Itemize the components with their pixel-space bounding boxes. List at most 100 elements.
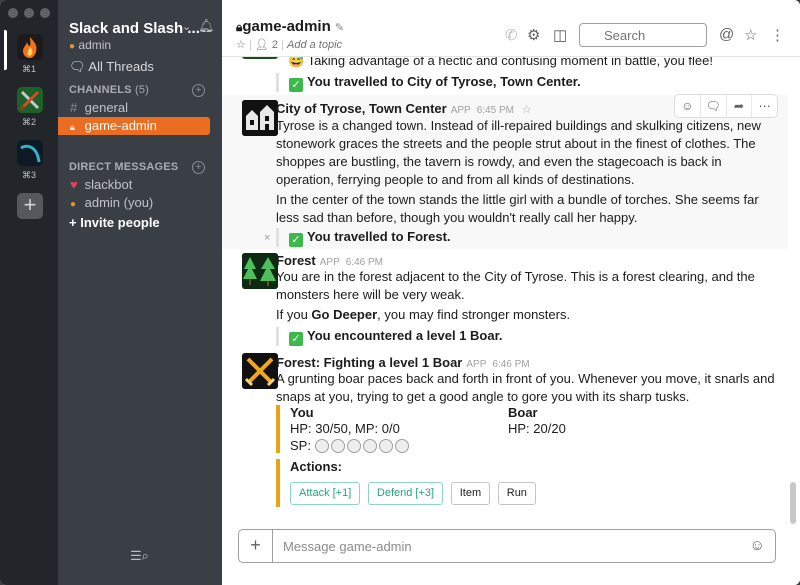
share-message-icon[interactable]: ➦ [727, 95, 753, 117]
team-switcher: ⌘1 ⌘2 ⌘3 + [0, 0, 58, 585]
sidebar-item-game-admin[interactable]: 🔒︎ game-admin [58, 117, 210, 135]
add-reaction-icon[interactable]: ☺︎ [675, 95, 701, 117]
mentions-icon[interactable]: @ [719, 26, 734, 43]
message-sender[interactable]: Forest APP 6:46 PM [276, 253, 383, 268]
slack-window: ⌘1 ⌘2 ⌘3 + Slack and Slash ... ⌄ 🔔︎ ● ad… [0, 0, 800, 585]
phone-icon[interactable]: ✆ [505, 26, 518, 44]
text-bold: Go Deeper [311, 307, 378, 322]
more-options-icon[interactable]: ⋮ [770, 26, 785, 44]
notification-bell-icon[interactable]: 🔔︎ [198, 18, 215, 34]
text-part: If you [276, 307, 312, 322]
app-badge: APP [319, 257, 340, 268]
channels-section-header[interactable]: CHANNELS (5) [69, 84, 149, 96]
dm-label: slackbot [84, 177, 133, 192]
window-controls [8, 8, 50, 18]
attack-button[interactable]: Attack [+1] [290, 482, 361, 505]
star-icon[interactable]: ☆ [522, 104, 532, 116]
message-sender[interactable]: City of Tyrose, Town Center APP 6:45 PM ☆ [276, 101, 531, 116]
minimize-window-button[interactable] [24, 8, 34, 18]
presence-icon: ● [70, 199, 77, 210]
message-result: ✓ You encountered a level 1 Boar. [276, 327, 503, 346]
team-1-shortcut: ⌘1 [21, 64, 36, 74]
emoji-icon[interactable]: ☺︎ [750, 537, 765, 554]
run-button[interactable]: Run [497, 482, 536, 505]
channel-title[interactable]: 🔒︎game-admin ✎ [236, 18, 344, 35]
dm-header-label: DIRECT MESSAGES [69, 161, 179, 173]
sidebar-toggle-icon[interactable]: ◫ [553, 26, 567, 44]
player-hp-mp: HP: 30/50, MP: 0/0 [290, 421, 400, 436]
sp-dot [362, 439, 377, 453]
channels-count: (5) [134, 84, 150, 96]
enemy-hp: HP: 20/20 [508, 421, 566, 436]
message-item: Forest APP 6:46 PM You are in the forest a… [222, 253, 788, 349]
message-text: 😅 Taking advantage of a hectic and confu… [288, 57, 713, 68]
message-sender[interactable]: Forest: Fighting a level 1 Boar APP 6:46 P… [276, 355, 530, 370]
sender-name: City of Tyrose, Town Center [276, 101, 447, 116]
message-list: 😅 Taking advantage of a hectic and confu… [222, 57, 788, 527]
message-item: 😅 Taking advantage of a hectic and confu… [222, 57, 788, 97]
town-avatar [242, 100, 278, 136]
enemy-stats: Boar HP: 20/20 [508, 405, 566, 437]
message-input[interactable]: Message game-admin [283, 539, 412, 554]
sidebar-item-general[interactable]: # general [58, 99, 210, 117]
close-window-button[interactable] [8, 8, 18, 18]
timestamp[interactable]: 6:46 PM [492, 359, 529, 370]
dm-section-header[interactable]: DIRECT MESSAGES [69, 161, 178, 173]
forest-avatar [242, 253, 278, 289]
actions-label: Actions: [290, 459, 342, 474]
message-scrollbar[interactable] [790, 482, 796, 524]
members-icon[interactable]: 👤︎ [255, 39, 269, 51]
starred-items-icon[interactable]: ☆ [744, 26, 757, 44]
gear-icon[interactable]: ⚙ [527, 26, 540, 44]
timestamp[interactable]: 6:45 PM [477, 105, 514, 116]
search-input[interactable] [579, 23, 707, 47]
zoom-window-button[interactable] [40, 8, 50, 18]
all-threads-label: All Threads [88, 59, 154, 74]
add-topic-link[interactable]: Add a topic [287, 39, 342, 51]
more-actions-icon[interactable]: ⋯ [752, 95, 777, 117]
team-icon-crossed-tools[interactable] [17, 87, 43, 113]
item-button[interactable]: Item [450, 482, 491, 505]
sidebar-item-slackbot[interactable]: ♥ slackbot [58, 176, 210, 194]
invite-people-button[interactable]: + Invite people [58, 214, 210, 232]
quick-switcher-icon[interactable]: ☰⌕ [130, 548, 149, 564]
message-item: Forest: Fighting a level 1 Boar APP 6:46 P… [222, 353, 788, 523]
team-icon-scythe[interactable] [17, 140, 43, 166]
sidebar-item-admin[interactable]: ● admin (you) [58, 194, 210, 212]
sender-name: Forest [276, 253, 316, 268]
add-channel-button[interactable]: + [192, 84, 205, 97]
message-item[interactable]: City of Tyrose, Town Center APP 6:45 PM ☆ … [222, 95, 788, 249]
chevron-down-icon[interactable]: ⌄ [182, 20, 191, 33]
dm-label: admin (you) [84, 195, 154, 210]
sp-dot [314, 439, 329, 453]
team-2-shortcut: ⌘2 [21, 117, 36, 127]
sidebar-item-all-threads[interactable]: 🗨︎ All Threads [69, 59, 154, 75]
message-text: If you Go Deeper, you may find stronger … [276, 306, 776, 324]
channel-label: general [84, 100, 128, 115]
attach-file-button[interactable]: + [239, 530, 273, 562]
message-text: Tyrose is a changed town. Instead of ill… [276, 118, 761, 187]
message-composer: + Message game-admin ☺︎ [238, 529, 776, 563]
team-icon-flame[interactable] [17, 34, 43, 60]
message-actions-bar: ☺︎ 🗨︎ ➦ ⋯ [674, 94, 778, 118]
star-icon[interactable]: ☆ [236, 39, 246, 51]
player-label: You [290, 405, 314, 420]
remove-icon[interactable]: × [264, 232, 270, 244]
member-count[interactable]: 2 [272, 39, 278, 51]
edit-icon[interactable]: ✎ [335, 22, 344, 34]
sp-dot [394, 439, 409, 453]
combat-stats-attachment: You HP: 30/50, MP: 0/0 SP: Boar HP: 20/2… [276, 405, 756, 453]
defend-button[interactable]: Defend [+3] [367, 482, 444, 505]
workspace-name[interactable]: Slack and Slash ... [69, 20, 200, 37]
timestamp[interactable]: 6:46 PM [346, 257, 383, 268]
forest-avatar [242, 57, 278, 59]
add-workspace-button[interactable]: + [17, 193, 43, 219]
add-dm-button[interactable]: + [192, 161, 205, 174]
sp-dot [378, 439, 393, 453]
sidebar: Slack and Slash ... ⌄ 🔔︎ ● admin 🗨︎ All … [58, 0, 222, 585]
flame-icon [17, 34, 43, 60]
check-icon: ✓ [289, 78, 303, 92]
result-text: You travelled to City of Tyrose, Town Ce… [307, 74, 581, 89]
heart-icon: ♥ [70, 177, 78, 192]
start-thread-icon[interactable]: 🗨︎ [701, 95, 727, 117]
